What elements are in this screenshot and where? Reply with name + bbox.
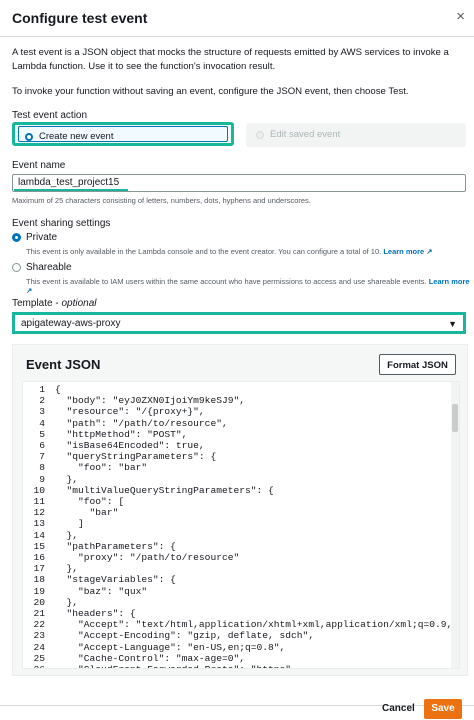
private-radio[interactable]: [12, 233, 21, 242]
code-text: "CloudFront-Forwarded-Proto": "https": [55, 664, 291, 668]
code-text: ]: [55, 518, 84, 530]
line-number: 7: [39, 451, 45, 463]
event-json-title: Event JSON: [26, 357, 101, 372]
private-hint-text: This event is only available in the Lamb…: [26, 247, 382, 256]
code-text: "foo": [: [55, 496, 125, 507]
line-number: 5: [39, 428, 45, 440]
line-number: 10: [33, 484, 45, 496]
cancel-button[interactable]: Cancel: [382, 703, 415, 714]
line-number: 22: [33, 619, 45, 631]
code-text: "pathParameters": {: [55, 540, 176, 552]
save-button[interactable]: Save: [424, 699, 462, 719]
code-text: "resource": "/{proxy+}",: [55, 406, 205, 418]
create-new-event-label: Create new event: [39, 131, 114, 142]
line-number: 4: [39, 417, 45, 429]
line-number: 16: [33, 552, 45, 563]
editor-scrollbar[interactable]: [451, 382, 459, 668]
code-text: "Accept": "text/html,application/xhtml+x…: [78, 619, 459, 631]
input-highlight: [14, 189, 128, 191]
code-text: "Accept-Encoding": "gzip, deflate, sdch"…: [55, 630, 315, 642]
private-hint: This event is only available in the Lamb…: [26, 247, 433, 256]
scrollbar-thumb[interactable]: [452, 404, 458, 432]
line-number: 24: [33, 641, 45, 653]
external-link-icon: ↗: [426, 247, 433, 256]
format-json-button[interactable]: Format JSON: [379, 354, 456, 375]
line-number: 8: [39, 462, 45, 474]
code-text: "stageVariables": {: [55, 574, 176, 586]
line-number: 13: [33, 518, 45, 530]
code-text: },: [55, 473, 79, 485]
radio-selected-icon: [25, 133, 33, 141]
template-optional: optional: [61, 298, 97, 309]
shareable-hint-text: This event is available to IAM users wit…: [26, 277, 427, 286]
line-number: 17: [33, 563, 45, 575]
line-number: 23: [33, 630, 45, 642]
line-number: 12: [33, 507, 45, 519]
radio-disabled-icon: [256, 131, 264, 139]
line-number: 9: [39, 473, 45, 485]
code-text: "foo": "bar": [55, 462, 148, 474]
private-label: Private: [26, 232, 58, 243]
event-name-label: Event name: [12, 160, 66, 171]
line-number: 26: [23, 664, 45, 668]
test-event-action-label: Test event action: [12, 110, 88, 121]
line-number: 3: [39, 406, 45, 418]
intro-text: A test event is a JSON object that mocks…: [12, 47, 449, 72]
line-number: 18: [33, 574, 45, 586]
code-text: "headers": {: [55, 608, 136, 619]
code-text: },: [55, 596, 79, 608]
line-number: 19: [33, 585, 45, 597]
shareable-hint: This event is available to IAM users wit…: [26, 277, 474, 295]
edit-saved-event-tile[interactable]: Edit saved event: [246, 123, 466, 147]
dialog-title: Configure test event: [12, 10, 148, 26]
code-text: "body": "eyJ0ZXN0IjoiYm9keSJ9",: [55, 395, 246, 407]
create-new-event-tile[interactable]: Create new event: [12, 122, 234, 146]
line-number: 15: [33, 540, 45, 552]
intro-text-2: To invoke your function without saving a…: [12, 86, 409, 97]
code-text: {: [55, 384, 61, 395]
code-text: },: [55, 563, 79, 575]
dropdown-arrow-icon: ▼: [448, 319, 457, 329]
create-new-event-inner: Create new event: [18, 126, 228, 142]
event-name-hint: Maximum of 25 characters consisting of l…: [12, 196, 311, 205]
line-number: 2: [39, 395, 45, 407]
line-number: 20: [33, 596, 45, 608]
line-number: 6: [39, 440, 45, 451]
line-number: 21: [33, 608, 45, 619]
dialog-header: Configure test event ×: [0, 0, 474, 37]
code-text: "proxy": "/path/to/resource": [55, 552, 240, 563]
sharing-label: Event sharing settings: [12, 218, 111, 229]
template-select[interactable]: apigateway-aws-proxy ▼: [12, 312, 466, 334]
code-text: "Accept-Language": "en-US,en;q=0.8",: [55, 641, 286, 653]
code-text: "Cache-Control": "max-age=0",: [55, 652, 245, 664]
template-select-value: apigateway-aws-proxy: [21, 318, 121, 329]
external-link-icon: ↗: [26, 286, 33, 295]
code-text: },: [55, 529, 79, 541]
code-text: "baz": "qux": [55, 585, 148, 597]
code-text: "httpMethod": "POST",: [55, 428, 188, 440]
code-text: "bar": [55, 507, 119, 519]
learn-more-link-2[interactable]: Learn more: [429, 277, 470, 286]
event-json-panel: Event JSON Format JSON 1 {2 "body": "eyJ0…: [12, 344, 468, 676]
close-icon[interactable]: ×: [456, 8, 465, 25]
line-number: 11: [33, 496, 45, 507]
learn-more-link-1[interactable]: Learn more: [383, 247, 424, 256]
line-number: 1: [39, 384, 45, 395]
line-number: 25: [33, 652, 45, 664]
json-editor[interactable]: 1 {2 "body": "eyJ0ZXN0IjoiYm9keSJ9", 3 "re…: [22, 381, 460, 669]
code-text: "isBase64Encoded": true,: [55, 440, 205, 451]
edit-saved-event-label: Edit saved event: [270, 129, 341, 140]
code-text: "queryStringParameters": {: [55, 451, 217, 463]
template-label: Template - optional: [12, 298, 97, 309]
code-text: "multiValueQueryStringParameters": {: [55, 484, 274, 496]
template-label-text: Template: [12, 298, 53, 309]
shareable-label: Shareable: [26, 262, 72, 273]
code-text: "path": "/path/to/resource",: [55, 417, 228, 429]
shareable-radio[interactable]: [12, 263, 21, 272]
line-number: 14: [33, 529, 45, 541]
